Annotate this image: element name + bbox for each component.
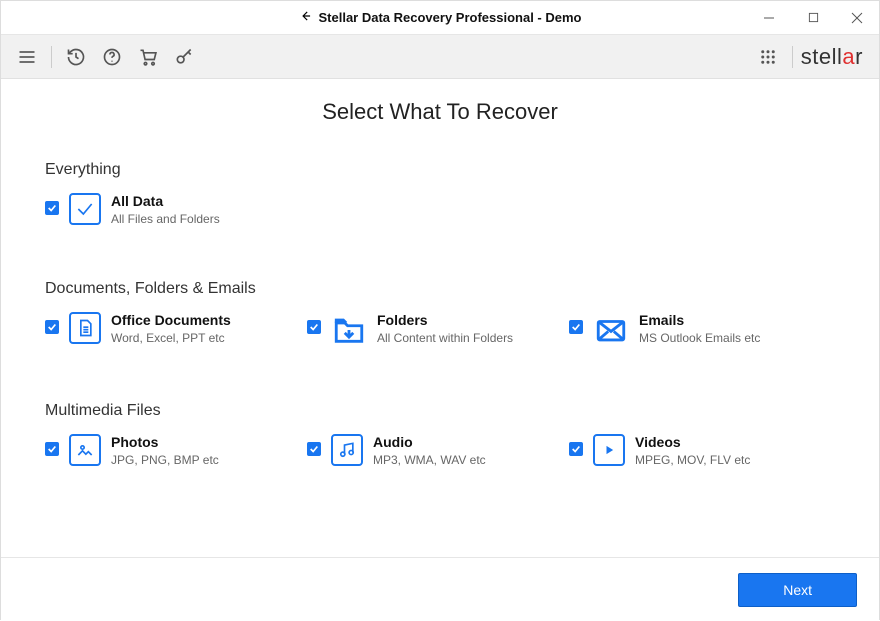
menu-button[interactable] [11,41,43,73]
next-button[interactable]: Next [738,573,857,607]
toolbar-right: stellar [752,41,869,73]
back-arrow-icon [299,9,313,26]
section-media-label: Multimedia Files [45,402,835,420]
option-title: Videos [635,434,750,451]
option-title: Audio [373,434,486,451]
email-icon [593,312,629,348]
checkbox-videos[interactable] [569,442,583,456]
minimize-button[interactable] [747,1,791,35]
content: Select What To Recover Everything All Da… [1,79,879,557]
folder-icon [331,312,367,348]
video-icon [593,434,625,466]
help-button[interactable] [96,41,128,73]
toolbar-separator [51,46,52,68]
checkbox-office[interactable] [45,320,59,334]
option-subtitle: MP3, WMA, WAV etc [373,453,486,467]
footer: Next [1,557,879,621]
cart-button[interactable] [132,41,164,73]
apps-button[interactable] [752,41,784,73]
checkbox-audio[interactable] [307,442,321,456]
option-emails[interactable]: Emails MS Outlook Emails etc [569,312,831,348]
checkbox-photos[interactable] [45,442,59,456]
option-title: Emails [639,312,760,329]
option-photos[interactable]: Photos JPG, PNG, BMP etc [45,434,307,467]
option-subtitle: MS Outlook Emails etc [639,331,760,345]
history-button[interactable] [60,41,92,73]
checkbox-folders[interactable] [307,320,321,334]
toolbar-separator [792,46,793,68]
option-subtitle: MPEG, MOV, FLV etc [635,453,750,467]
option-all-data[interactable]: All Data All Files and Folders [45,193,307,226]
audio-icon [331,434,363,466]
close-button[interactable] [835,1,879,35]
window-controls [747,1,879,34]
section-media: Photos JPG, PNG, BMP etc Audio MP3, WMA,… [45,434,835,467]
window-title-wrap: Stellar Data Recovery Professional - Dem… [299,9,582,26]
document-icon [69,312,101,344]
option-title: Folders [377,312,513,329]
toolbar-left [11,41,200,73]
page-title: Select What To Recover [45,99,835,125]
window-title: Stellar Data Recovery Professional - Dem… [319,10,582,25]
option-folders[interactable]: Folders All Content within Folders [307,312,569,348]
checkbox-all-data[interactable] [45,201,59,215]
maximize-button[interactable] [791,1,835,35]
checkmark-icon [69,193,101,225]
option-subtitle: All Content within Folders [377,331,513,345]
section-docs: Office Documents Word, Excel, PPT etc Fo… [45,312,835,348]
toolbar: stellar [1,35,879,79]
option-title: Photos [111,434,219,451]
section-everything-label: Everything [45,161,835,179]
checkbox-emails[interactable] [569,320,583,334]
section-everything: All Data All Files and Folders [45,193,835,226]
option-office-documents[interactable]: Office Documents Word, Excel, PPT etc [45,312,307,348]
option-subtitle: All Files and Folders [111,212,220,226]
option-subtitle: JPG, PNG, BMP etc [111,453,219,467]
option-audio[interactable]: Audio MP3, WMA, WAV etc [307,434,569,467]
titlebar: Stellar Data Recovery Professional - Dem… [1,1,879,35]
option-title: Office Documents [111,312,231,329]
option-videos[interactable]: Videos MPEG, MOV, FLV etc [569,434,831,467]
key-button[interactable] [168,41,200,73]
option-title: All Data [111,193,220,210]
option-subtitle: Word, Excel, PPT etc [111,331,231,345]
brand-logo: stellar [801,44,869,70]
photo-icon [69,434,101,466]
section-docs-label: Documents, Folders & Emails [45,280,835,298]
